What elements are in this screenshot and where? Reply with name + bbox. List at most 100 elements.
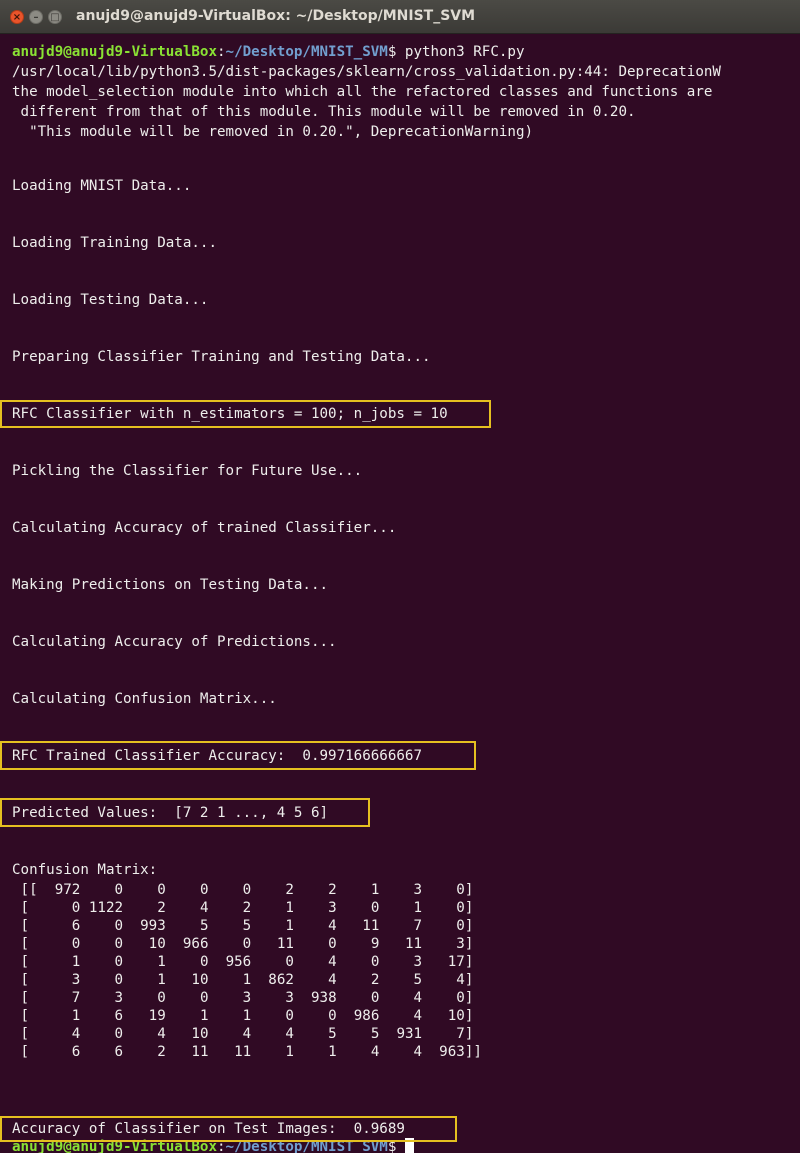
matrix-bracket: ]	[464, 900, 474, 916]
matrix-cell: 10	[123, 936, 166, 952]
matrix-cell: 3	[37, 972, 81, 988]
matrix-cell: 5	[293, 1026, 337, 1042]
matrix-cell: 11	[336, 918, 380, 934]
matrix-cell: 3	[422, 936, 465, 952]
matrix-bracket: [[	[12, 882, 38, 898]
output-line: Loading Testing Data...	[12, 292, 209, 308]
matrix-cell: 0	[165, 990, 209, 1006]
matrix-cell: 4	[379, 1044, 423, 1060]
matrix-cell: 0	[208, 936, 252, 952]
matrix-cell: 1	[37, 1008, 81, 1024]
matrix-cell: 956	[208, 954, 252, 970]
matrix-bracket: ]	[464, 1026, 474, 1042]
confusion-matrix-row: [ 1 6 19 1 1 0 0 986 4 10]	[12, 1006, 474, 1026]
window-title: anujd9@anujd9-VirtualBox: ~/Desktop/MNIS…	[76, 8, 476, 24]
prompt-path: ~/Desktop/MNIST_SVM	[225, 44, 388, 60]
matrix-cell: 1	[251, 918, 294, 934]
matrix-cell: 0	[208, 882, 252, 898]
matrix-cell: 0	[165, 954, 209, 970]
matrix-cell: 3	[379, 954, 423, 970]
matrix-cell: 0	[80, 954, 124, 970]
matrix-cell: 6	[80, 1044, 124, 1060]
matrix-cell: 5	[165, 918, 209, 934]
matrix-bracket: ]	[464, 954, 474, 970]
matrix-cell: 1	[165, 1008, 209, 1024]
matrix-cell: 5	[208, 918, 252, 934]
matrix-cell: 9	[336, 936, 380, 952]
matrix-cell: 3	[293, 900, 337, 916]
warning-line: "This module will be removed in 0.20.", …	[12, 124, 534, 140]
matrix-bracket: ]	[464, 918, 474, 934]
title-bar[interactable]: × – □ anujd9@anujd9-VirtualBox: ~/Deskto…	[0, 0, 800, 34]
minimize-window-button[interactable]: –	[29, 10, 43, 24]
matrix-cell: 963	[422, 1044, 465, 1060]
matrix-cell: 5	[336, 1026, 380, 1042]
matrix-bracket: ]	[464, 1008, 474, 1024]
close-window-button[interactable]: ×	[10, 10, 24, 24]
matrix-cell: 2	[293, 882, 337, 898]
matrix-cell: 986	[336, 1008, 380, 1024]
matrix-cell: 11	[165, 1044, 209, 1060]
matrix-cell: 0	[336, 900, 380, 916]
matrix-cell: 5	[379, 972, 423, 988]
matrix-cell: 3	[80, 990, 124, 1006]
matrix-cell: 993	[123, 918, 166, 934]
matrix-bracket: ]	[464, 936, 474, 952]
trained-accuracy-highlight	[0, 741, 476, 770]
matrix-cell: 6	[80, 1008, 124, 1024]
confusion-matrix-row: [[ 972 0 0 0 0 2 2 1 3 0]	[12, 880, 474, 900]
matrix-bracket: [	[12, 936, 38, 952]
matrix-bracket: [	[12, 1044, 38, 1060]
matrix-cell: 4	[293, 972, 337, 988]
matrix-cell: 4	[37, 1026, 81, 1042]
command-text: python3 RFC.py	[396, 44, 525, 60]
matrix-cell: 0	[422, 882, 465, 898]
confusion-matrix-row: [ 6 6 2 11 11 1 1 4 4 963]]	[12, 1042, 482, 1062]
matrix-cell: 0	[80, 1026, 124, 1042]
maximize-window-button[interactable]: □	[48, 10, 62, 24]
matrix-cell: 3	[251, 990, 294, 1006]
matrix-cell: 0	[80, 972, 124, 988]
matrix-cell: 4	[208, 1026, 252, 1042]
matrix-cell: 6	[37, 1044, 81, 1060]
matrix-cell: 1	[293, 1044, 337, 1060]
matrix-bracket: [	[12, 954, 38, 970]
output-line: Preparing Classifier Training and Testin…	[12, 349, 431, 365]
matrix-cell: 0	[422, 918, 465, 934]
matrix-cell: 2	[251, 882, 294, 898]
prompt-separator: :	[217, 44, 226, 60]
output-line: Calculating Accuracy of Predictions...	[12, 634, 337, 650]
matrix-cell: 0	[123, 882, 166, 898]
rfc-params-highlight	[0, 400, 491, 428]
matrix-cell: 1	[123, 972, 166, 988]
predicted-values-highlight	[0, 798, 370, 827]
terminal-output[interactable]: anujd9@anujd9-VirtualBox:~/Desktop/MNIST…	[0, 34, 800, 1153]
matrix-cell: 19	[123, 1008, 166, 1024]
matrix-cell: 862	[251, 972, 294, 988]
matrix-cell: 4	[251, 1026, 294, 1042]
matrix-bracket: [	[12, 1026, 38, 1042]
matrix-cell: 3	[379, 882, 423, 898]
confusion-matrix-row: [ 0 1122 2 4 2 1 3 0 1 0]	[12, 898, 474, 918]
matrix-bracket: [	[12, 900, 38, 916]
matrix-cell: 2	[336, 972, 380, 988]
matrix-cell: 4	[379, 990, 423, 1006]
output-line: Pickling the Classifier for Future Use..…	[12, 463, 363, 479]
output-line: Calculating Confusion Matrix...	[12, 691, 277, 707]
confusion-matrix-header: Confusion Matrix:	[12, 862, 158, 878]
prompt-user-host: anujd9@anujd9-VirtualBox	[12, 44, 217, 60]
matrix-cell: 4	[422, 972, 465, 988]
output-line: Loading Training Data...	[12, 235, 217, 251]
matrix-bracket: [	[12, 1008, 38, 1024]
output-line: Making Predictions on Testing Data...	[12, 577, 329, 593]
confusion-matrix-row: [ 7 3 0 0 3 3 938 0 4 0]	[12, 988, 474, 1008]
matrix-cell: 11	[251, 936, 294, 952]
matrix-cell: 972	[37, 882, 81, 898]
matrix-bracket: ]	[464, 990, 474, 1006]
matrix-cell: 17	[422, 954, 465, 970]
matrix-cell: 7	[37, 990, 81, 1006]
matrix-cell: 0	[293, 1008, 337, 1024]
matrix-cell: 2	[123, 900, 166, 916]
terminal-window: × – □ anujd9@anujd9-VirtualBox: ~/Deskto…	[0, 0, 800, 1153]
output-line: Loading MNIST Data...	[12, 178, 192, 194]
